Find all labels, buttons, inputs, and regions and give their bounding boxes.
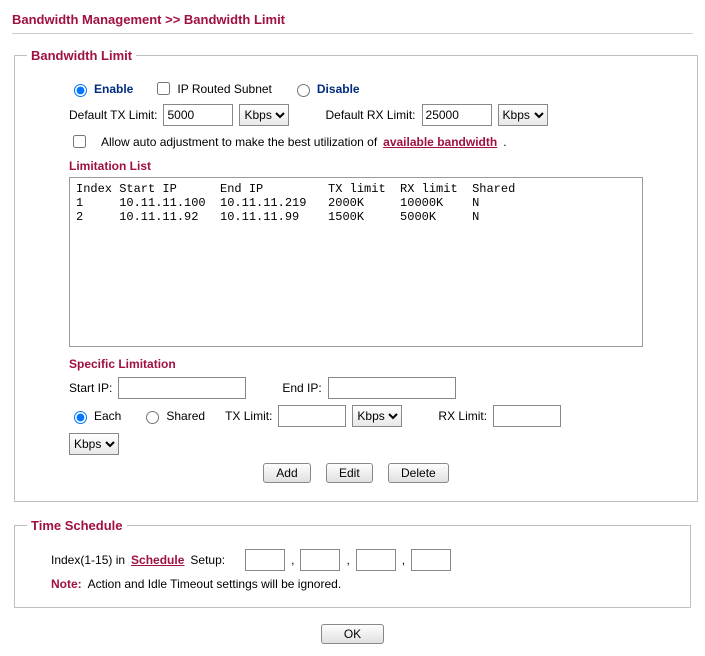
default-rx-input[interactable] [422, 104, 492, 126]
delete-button[interactable]: Delete [388, 463, 449, 483]
schedule-row: Index(1-15) in Schedule Setup: , , , [27, 549, 678, 571]
default-rx-label: Default RX Limit: [325, 108, 415, 122]
limit-row: Each Shared TX Limit: Kbps RX Limit: [27, 405, 685, 427]
start-ip-input[interactable] [118, 377, 246, 399]
tx-limit-label: TX Limit: [225, 409, 272, 423]
schedule-text-after: Setup: [190, 553, 225, 567]
edit-button[interactable]: Edit [326, 463, 373, 483]
ok-row: OK [12, 624, 693, 644]
enable-radio[interactable] [74, 84, 87, 97]
default-tx-label: Default TX Limit: [69, 108, 157, 122]
schedule-idx-2[interactable] [300, 549, 340, 571]
limitation-list-heading: Limitation List [69, 159, 685, 173]
rx-limit-unit-select[interactable]: Kbps [69, 433, 119, 455]
auto-adjust-row: Allow auto adjustment to make the best u… [27, 132, 685, 151]
shared-label: Shared [166, 409, 205, 423]
mode-row: Enable IP Routed Subnet Disable [27, 79, 685, 98]
default-tx-input[interactable] [163, 104, 233, 126]
each-radio-label[interactable]: Each [69, 408, 121, 424]
rx-unit-row: Kbps [27, 433, 685, 455]
divider [12, 33, 693, 34]
disable-radio[interactable] [297, 84, 310, 97]
schedule-link[interactable]: Schedule [131, 553, 184, 567]
auto-adjust-text-after: . [503, 135, 506, 149]
available-bandwidth-link[interactable]: available bandwidth [383, 135, 497, 149]
ip-routed-label: IP Routed Subnet [177, 82, 272, 96]
default-tx-unit-select[interactable]: Kbps [239, 104, 289, 126]
each-radio[interactable] [74, 411, 87, 424]
bandwidth-limit-legend: Bandwidth Limit [27, 48, 136, 63]
tx-limit-unit-select[interactable]: Kbps [352, 405, 402, 427]
comma-1: , [291, 553, 294, 567]
auto-adjust-checkbox[interactable] [73, 135, 86, 148]
note-text: Action and Idle Timeout settings will be… [88, 577, 341, 591]
enable-radio-label[interactable]: Enable [69, 81, 133, 97]
schedule-note-row: Note: Action and Idle Timeout settings w… [27, 577, 678, 591]
specific-limitation-heading: Specific Limitation [69, 357, 685, 371]
breadcrumb: Bandwidth Management >> Bandwidth Limit [12, 12, 693, 27]
add-button[interactable]: Add [263, 463, 310, 483]
disable-label: Disable [317, 82, 360, 96]
shared-radio[interactable] [146, 411, 159, 424]
bandwidth-limit-fieldset: Bandwidth Limit Enable IP Routed Subnet … [14, 48, 698, 502]
comma-3: , [402, 553, 405, 567]
schedule-text-before: Index(1-15) in [51, 553, 125, 567]
crud-button-row: Add Edit Delete [27, 463, 685, 483]
shared-radio-label[interactable]: Shared [141, 408, 205, 424]
each-label: Each [94, 409, 121, 423]
comma-2: , [346, 553, 349, 567]
time-schedule-fieldset: Time Schedule Index(1-15) in Schedule Se… [14, 518, 691, 608]
start-ip-label: Start IP: [69, 381, 112, 395]
time-schedule-legend: Time Schedule [27, 518, 127, 533]
limitation-list-box[interactable]: Index Start IP End IP TX limit RX limit … [69, 177, 643, 347]
ip-routed-checkbox[interactable] [157, 82, 170, 95]
defaults-row: Default TX Limit: Kbps Default RX Limit:… [27, 104, 685, 126]
tx-limit-input[interactable] [278, 405, 346, 427]
rx-limit-label: RX Limit: [438, 409, 487, 423]
rx-limit-input[interactable] [493, 405, 561, 427]
end-ip-label: End IP: [282, 381, 321, 395]
enable-label: Enable [94, 82, 133, 96]
ip-row: Start IP: End IP: [27, 377, 685, 399]
schedule-idx-1[interactable] [245, 549, 285, 571]
auto-adjust-text: Allow auto adjustment to make the best u… [101, 135, 377, 149]
disable-radio-label[interactable]: Disable [292, 81, 360, 97]
ok-button[interactable]: OK [321, 624, 384, 644]
default-rx-unit-select[interactable]: Kbps [498, 104, 548, 126]
ip-routed-checkbox-label[interactable]: IP Routed Subnet [153, 79, 272, 98]
schedule-idx-3[interactable] [356, 549, 396, 571]
schedule-idx-4[interactable] [411, 549, 451, 571]
note-label: Note: [51, 577, 82, 591]
end-ip-input[interactable] [328, 377, 456, 399]
